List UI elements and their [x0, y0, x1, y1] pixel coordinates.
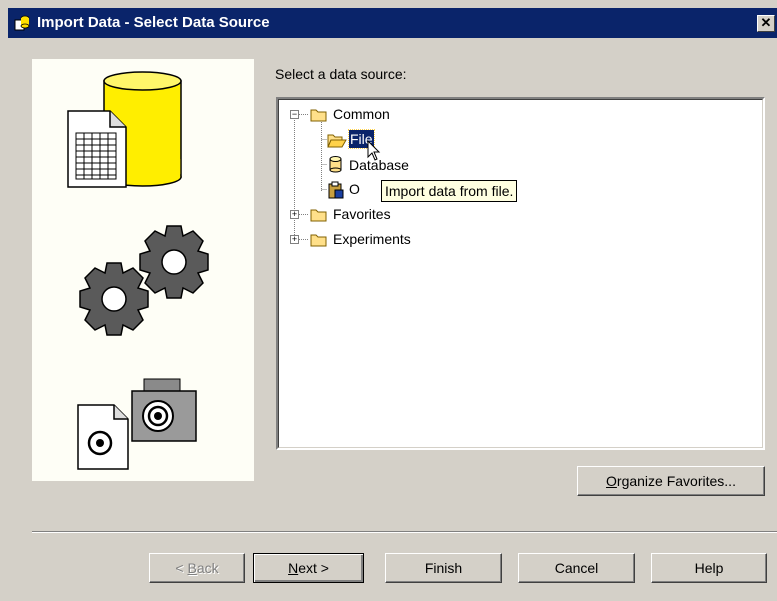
common-collapse-toggle[interactable]: −: [290, 110, 299, 119]
back-button[interactable]: < Back: [149, 553, 245, 583]
gears-icon: [79, 225, 209, 336]
next-mnemonic: N: [288, 560, 299, 576]
help-label: Help: [694, 560, 724, 576]
tree-item-other[interactable]: O: [349, 180, 360, 198]
finish-label: Finish: [424, 560, 463, 576]
help-button[interactable]: Help: [651, 553, 767, 583]
organize-mnemonic: O: [606, 473, 617, 489]
clipboard-icon: [328, 181, 344, 199]
title-bar: Import Data - Select Data Source ✕: [8, 8, 777, 38]
app-icon: [14, 15, 30, 31]
favorites-expand-toggle[interactable]: +: [290, 210, 299, 219]
tree-item-experiments[interactable]: Experiments: [333, 230, 411, 248]
mouse-cursor-icon: [367, 140, 381, 161]
folder-icon: [310, 209, 327, 222]
close-icon: ✕: [760, 15, 772, 30]
tree-item-favorites[interactable]: Favorites: [333, 205, 391, 223]
window-title: Import Data - Select Data Source: [37, 14, 270, 31]
back-label-prefix: <: [175, 560, 188, 576]
separator: [32, 531, 777, 533]
spreadsheet-document-icon: [67, 110, 127, 188]
cancel-label: Cancel: [554, 560, 599, 576]
next-button[interactable]: Next >: [253, 553, 364, 583]
organize-favorites-button[interactable]: Organize Favorites...: [577, 466, 765, 496]
database-icon: [329, 156, 342, 173]
tree-item-common[interactable]: Common: [333, 105, 390, 123]
folder-icon: [310, 109, 327, 122]
tree-lines: [294, 114, 327, 241]
next-label: ext >: [298, 560, 329, 576]
organize-label: rganize Favorites...: [616, 473, 736, 489]
cancel-button[interactable]: Cancel: [518, 553, 635, 583]
folder-icon: [310, 234, 327, 247]
tooltip: Import data from file.: [381, 180, 518, 202]
data-source-label: Select a data source:: [275, 66, 407, 82]
illustration-panel: [32, 59, 254, 481]
file-camera-icon: [77, 378, 197, 470]
back-label: ack: [196, 560, 219, 576]
close-button[interactable]: ✕: [757, 15, 775, 32]
wizard-illustration: [67, 71, 209, 470]
data-source-tree[interactable]: − Common File Database O + Favorites + E…: [276, 97, 765, 450]
finish-button[interactable]: Finish: [385, 553, 502, 583]
experiments-expand-toggle[interactable]: +: [290, 235, 299, 244]
back-mnemonic: B: [187, 560, 197, 576]
open-folder-icon: [327, 134, 347, 148]
